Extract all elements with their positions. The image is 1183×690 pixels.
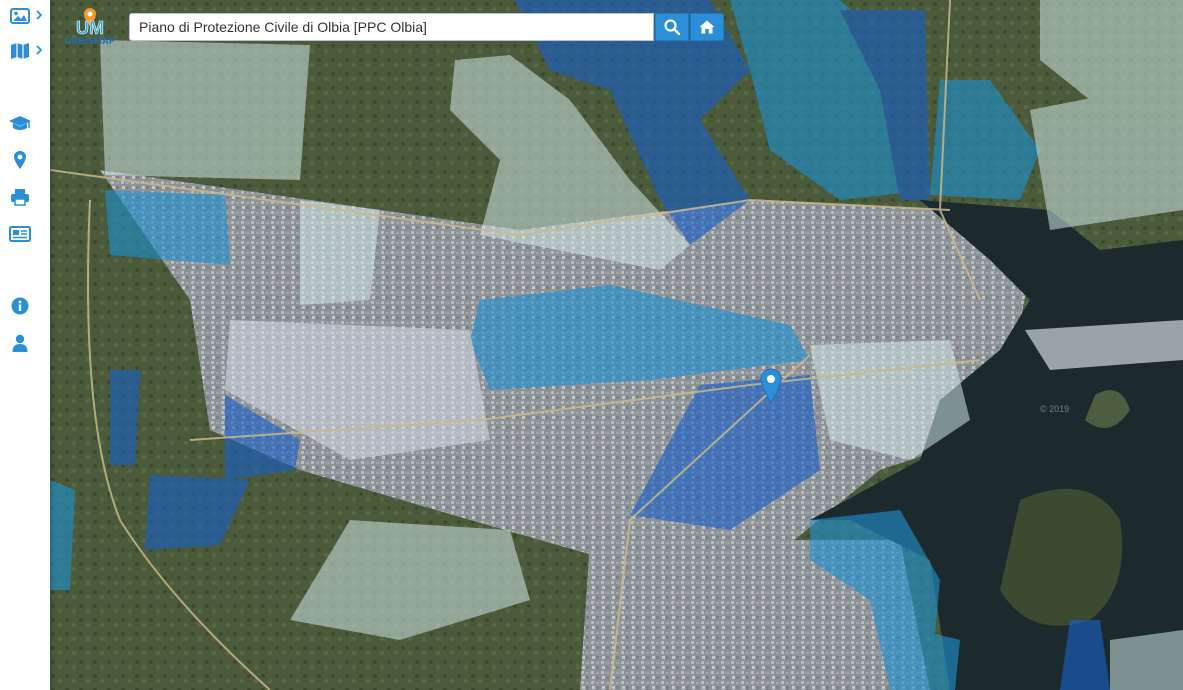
search-input[interactable] [130,14,653,40]
image-layers-button[interactable] [6,3,34,29]
map-pin-marker[interactable] [760,368,782,404]
print-icon [11,189,29,206]
map-icon [11,43,29,59]
zone-polygon[interactable] [110,370,140,465]
map-marker-icon [760,368,782,404]
satellite-map[interactable]: © 2019 [50,0,1183,690]
logo-wordmark: URBISMAP [64,36,116,46]
tutorial-button[interactable] [6,110,34,136]
image-icon [10,8,30,24]
map-watermark: © 2019 [1040,404,1069,414]
zone-polygon[interactable] [100,40,310,180]
map-marker-icon [14,151,26,169]
zone-polygon[interactable] [920,630,960,690]
island [1000,488,1122,626]
news-button[interactable] [6,221,34,247]
zone-polygon[interactable] [1110,630,1183,690]
home-icon [699,20,715,34]
map-canvas[interactable]: © 2019 [50,0,1183,690]
user-icon [12,334,28,352]
locate-button[interactable] [6,147,34,173]
newspaper-icon [9,226,31,242]
logo-letters: UM [76,18,104,36]
search-button[interactable] [655,13,689,41]
search-icon [664,19,680,35]
info-icon [11,297,29,315]
home-button[interactable] [690,13,724,41]
chevron-right-icon[interactable] [36,45,42,55]
chevron-right-icon[interactable] [36,10,42,20]
map-layers-button[interactable] [6,38,34,64]
zone-polygon[interactable] [300,200,380,305]
graduation-cap-icon [9,116,31,130]
logo-icon: UM [76,8,104,38]
info-button[interactable] [6,293,34,319]
print-button[interactable] [6,184,34,210]
search-box [129,13,654,41]
urbismap-logo[interactable]: UM URBISMAP [62,6,118,48]
user-button[interactable] [6,330,34,356]
sidebar [0,0,50,690]
zone-polygon[interactable] [105,190,230,265]
